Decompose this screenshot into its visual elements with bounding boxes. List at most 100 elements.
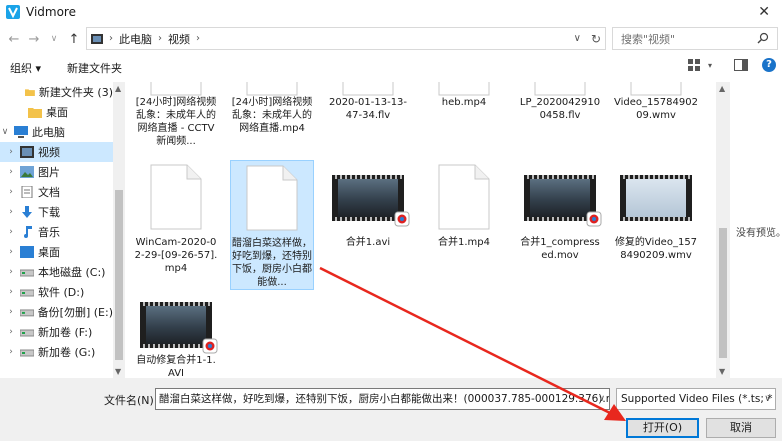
- scroll-up-icon[interactable]: ▲: [115, 84, 121, 93]
- file-icon: [246, 165, 298, 231]
- collapse-chevron-icon[interactable]: ›: [6, 307, 16, 317]
- sidebar-item[interactable]: ∨ 此电脑: [0, 122, 113, 142]
- sidebar-item[interactable]: › 下载: [0, 202, 113, 222]
- scrollbar-thumb[interactable]: [115, 190, 123, 360]
- help-icon[interactable]: ?: [762, 58, 776, 72]
- collapse-chevron-icon[interactable]: ›: [6, 287, 16, 297]
- sidebar-item[interactable]: › 文档: [0, 182, 113, 202]
- breadcrumb-separator-icon: ›: [196, 33, 200, 44]
- expand-chevron-icon[interactable]: ∨: [0, 127, 10, 137]
- scroll-down-icon[interactable]: ▼: [719, 367, 725, 376]
- recent-locations-chevron-icon[interactable]: ∨: [44, 34, 64, 44]
- open-button[interactable]: 打开(O): [626, 418, 699, 438]
- sidebar-item-label: 文档: [38, 186, 60, 199]
- view-dropdown-icon[interactable]: ▾: [708, 61, 712, 70]
- collapse-chevron-icon[interactable]: ›: [6, 207, 16, 217]
- file-name: [24小时]网络视频乱象：未成年人的网络直播.mp4: [231, 97, 313, 134]
- video-thumbnail-icon: [140, 302, 218, 354]
- sidebar-item[interactable]: › 新加卷 (F:): [0, 322, 113, 342]
- file-item[interactable]: [24小时]网络视频乱象：未成年人的网络直播 - CCTV 新闻频...: [134, 82, 218, 148]
- refresh-icon[interactable]: ↻: [591, 32, 601, 46]
- file-item[interactable]: [24小时]网络视频乱象：未成年人的网络直播.mp4: [230, 82, 314, 135]
- search-input[interactable]: 搜索"视频": [612, 27, 778, 50]
- up-arrow-icon[interactable]: ↑: [64, 32, 84, 47]
- file-name: WinCam-2020-02-29-[09-26-57].mp4: [134, 237, 218, 274]
- sidebar-item-label: 备份[勿删] (E:): [37, 306, 113, 319]
- file-item[interactable]: 合并1.avi: [326, 160, 410, 249]
- sidebar-item[interactable]: › 桌面: [0, 242, 113, 262]
- file-icon: [438, 164, 490, 230]
- file-item[interactable]: 合并1.mp4: [422, 160, 506, 249]
- address-bar[interactable]: › 此电脑 › 视频 › ∨ ↻: [86, 27, 606, 50]
- sidebar-item-label: 本地磁盘 (C:): [38, 266, 106, 279]
- sidebar-scrollbar[interactable]: ▲ ▼: [113, 82, 125, 378]
- filename-dropdown-icon[interactable]: ∨: [598, 389, 605, 409]
- file-icon: [150, 82, 202, 96]
- video-thumbnail-icon: [332, 175, 410, 227]
- view-options-icon[interactable]: [687, 59, 702, 71]
- collapse-chevron-icon[interactable]: ›: [6, 227, 16, 237]
- search-icon[interactable]: [757, 32, 769, 44]
- file-name: 修复的Video_1578490209.wmv: [614, 237, 698, 261]
- file-name: 醋溜白菜这样做，好吃到爆，还特别下饭，厨房小白都能做...: [232, 238, 312, 288]
- scroll-down-icon[interactable]: ▼: [115, 367, 121, 376]
- sidebar-item[interactable]: › 本地磁盘 (C:): [0, 262, 113, 282]
- preview-pane-icon[interactable]: [734, 59, 748, 71]
- collapse-chevron-icon[interactable]: ›: [6, 247, 16, 257]
- file-item[interactable]: heb.mp4: [422, 82, 506, 109]
- file-item[interactable]: Video_1578490209.wmv: [614, 82, 698, 122]
- drive-icon: [19, 286, 35, 298]
- file-icon: [438, 82, 490, 96]
- filename-label: 文件名(N):: [104, 394, 158, 407]
- filetype-select[interactable]: Supported Video Files (*.ts; * ∨: [616, 388, 776, 410]
- filename-value: 醋溜白菜这样做，好吃到爆，还特别下饭，厨房小白都能做出来！(000037.785…: [159, 393, 610, 405]
- sidebar-item[interactable]: 新建文件夹 (3): [0, 82, 113, 102]
- collapse-chevron-icon[interactable]: ›: [6, 187, 16, 197]
- file-item[interactable]: 醋溜白菜这样做，好吃到爆，还特别下饭，厨房小白都能做...: [230, 160, 314, 290]
- collapse-chevron-icon[interactable]: ›: [6, 147, 16, 157]
- new-folder-button[interactable]: 新建文件夹: [67, 60, 122, 76]
- sidebar-item-label: 此电脑: [32, 126, 65, 139]
- breadcrumb-this-pc[interactable]: 此电脑: [119, 31, 152, 47]
- file-icon: [150, 164, 202, 230]
- file-item[interactable]: 2020-01-13-13-47-34.flv: [326, 82, 410, 122]
- close-icon[interactable]: ✕: [758, 4, 770, 20]
- collapse-chevron-icon[interactable]: ›: [6, 267, 16, 277]
- dialog-footer: 文件名(N): 醋溜白菜这样做，好吃到爆，还特别下饭，厨房小白都能做出来！(00…: [0, 378, 782, 441]
- organize-button[interactable]: 组织 ▾: [10, 60, 41, 76]
- collapse-chevron-icon[interactable]: ›: [6, 347, 16, 357]
- sidebar-item[interactable]: 桌面: [0, 102, 113, 122]
- command-bar: 组织 ▾ 新建文件夹 ▾ ?: [0, 54, 782, 82]
- breadcrumb-videos[interactable]: 视频: [168, 31, 190, 47]
- drive-icon: [19, 346, 35, 358]
- collapse-chevron-icon[interactable]: ›: [6, 167, 16, 177]
- back-arrow-icon[interactable]: ←: [4, 32, 24, 47]
- forward-arrow-icon[interactable]: →: [24, 32, 44, 47]
- sidebar-item-label: 音乐: [38, 226, 60, 239]
- scroll-up-icon[interactable]: ▲: [719, 84, 725, 93]
- drive-icon: [19, 326, 35, 338]
- media-player-badge-icon: [202, 338, 218, 354]
- file-item[interactable]: LP_20200429100458.flv: [518, 82, 602, 122]
- desktop-icon: [20, 246, 34, 258]
- collapse-chevron-icon[interactable]: ›: [6, 327, 16, 337]
- vidmore-logo-icon: [6, 5, 20, 19]
- cancel-button[interactable]: 取消: [706, 418, 776, 438]
- sidebar-item[interactable]: › 备份[勿删] (E:): [0, 302, 113, 322]
- file-item[interactable]: WinCam-2020-02-29-[09-26-57].mp4: [134, 160, 218, 275]
- sidebar-item[interactable]: › 软件 (D:): [0, 282, 113, 302]
- file-item[interactable]: 自动修复合并1-1.AVI: [134, 296, 218, 378]
- file-item[interactable]: 修复的Video_1578490209.wmv: [614, 160, 698, 262]
- sidebar-item[interactable]: › 图片: [0, 162, 113, 182]
- scrollbar-thumb[interactable]: [719, 228, 727, 358]
- address-dropdown-icon[interactable]: ∨: [574, 33, 581, 44]
- filename-input[interactable]: 醋溜白菜这样做，好吃到爆，还特别下饭，厨房小白都能做出来！(000037.785…: [155, 388, 610, 410]
- filetype-dropdown-icon[interactable]: ∨: [764, 389, 771, 409]
- sidebar-item[interactable]: › 新加卷 (G:): [0, 342, 113, 362]
- file-item[interactable]: 合并1_compressed.mov: [518, 160, 602, 262]
- content-scrollbar[interactable]: ▲ ▼: [716, 82, 730, 378]
- sidebar-item[interactable]: › 视频: [0, 142, 113, 162]
- file-list: [24小时]网络视频乱象：未成年人的网络直播 - CCTV 新闻频... [24小…: [128, 82, 716, 378]
- file-icon: [534, 82, 586, 96]
- sidebar-item[interactable]: › 音乐: [0, 222, 113, 242]
